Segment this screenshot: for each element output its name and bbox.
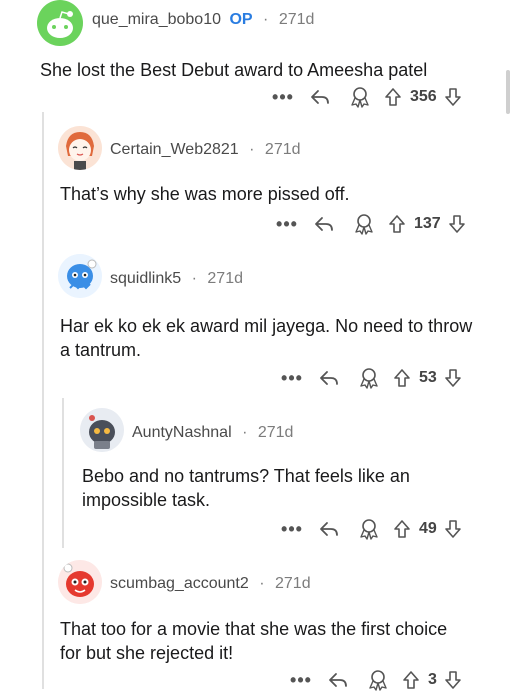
user-avatar-icon [58,560,102,604]
downvote-icon[interactable] [441,85,465,109]
award-icon[interactable] [344,212,384,236]
vote-score: 137 [414,215,441,232]
upvote-icon[interactable] [389,517,415,541]
downvote-icon[interactable] [441,668,465,692]
comment-meta: squidlink5 · 271d [110,270,243,288]
award-icon[interactable] [340,85,380,109]
comment-meta: AuntyNashnal · 271d [132,424,293,442]
user-avatar-icon [58,126,102,170]
comment-age: 271d [278,11,315,28]
vote-score: 53 [419,369,437,386]
vote-score: 49 [419,520,437,537]
more-options-icon[interactable]: ••• [270,214,304,235]
reply-icon[interactable] [309,517,349,541]
more-options-icon[interactable]: ••• [275,368,309,389]
separator-dot: · [249,141,255,158]
comment-meta: que_mira_bobo10 OP · 271d [92,11,314,29]
username[interactable]: Certain_Web2821 [110,141,239,158]
reply-icon[interactable] [304,212,344,236]
more-options-icon[interactable]: ••• [275,519,309,540]
vote-score: 3 [428,671,437,688]
award-icon[interactable] [358,668,398,692]
comment-actions: ••• 3 [284,668,465,692]
reply-icon[interactable] [318,668,358,692]
comment-text: Bebo and no tantrums? That feels like an… [82,466,410,510]
award-icon[interactable] [349,517,389,541]
comment-actions: ••• 49 [275,517,465,541]
username[interactable]: squidlink5 [110,270,181,287]
snoo-avatar-icon [47,11,73,38]
comment-text: That too for a movie that she was the fi… [60,619,448,663]
comment-text: Har ek ko ek ek award mil jayega. No nee… [60,316,473,360]
avatar[interactable] [80,408,124,452]
comment-actions: ••• 53 [275,366,465,390]
comment-age: 271d [264,141,301,158]
upvote-icon[interactable] [398,668,424,692]
downvote-icon[interactable] [441,517,465,541]
scrollbar[interactable] [506,70,510,114]
separator-dot: · [242,424,248,441]
comment-actions: ••• 137 [270,212,469,236]
user-avatar-icon [80,408,124,452]
separator-dot: · [191,270,197,287]
comment-meta: Certain_Web2821 · 271d [110,141,301,159]
comment-text: That’s why she was more pissed off. [60,184,350,204]
op-badge: OP [229,11,253,28]
award-icon[interactable] [349,366,389,390]
thread-line-level-2[interactable] [62,398,64,548]
comment-text: She lost the Best Debut award to Ameesha… [40,60,428,80]
more-options-icon[interactable]: ••• [284,670,318,691]
avatar[interactable] [58,126,102,170]
comment-age: 271d [207,270,243,287]
comment-age: 271d [275,575,311,592]
thread-line-level-1[interactable] [42,112,44,689]
username[interactable]: AuntyNashnal [132,424,232,441]
comment-age: 271d [257,424,294,441]
avatar[interactable] [58,560,102,604]
comment-meta: scumbag_account2 · 271d [110,575,311,593]
separator-dot: · [263,11,269,28]
downvote-icon[interactable] [445,212,469,236]
username[interactable]: scumbag_account2 [110,575,249,592]
vote-score: 356 [410,88,437,105]
downvote-icon[interactable] [441,366,465,390]
upvote-icon[interactable] [384,212,410,236]
avatar[interactable] [58,254,102,298]
comment-actions: ••• 356 [266,85,465,109]
avatar[interactable] [37,0,83,46]
reply-icon[interactable] [300,85,340,109]
upvote-icon[interactable] [380,85,406,109]
user-avatar-icon [58,254,102,298]
username[interactable]: que_mira_bobo10 [92,11,221,28]
upvote-icon[interactable] [389,366,415,390]
more-options-icon[interactable]: ••• [266,87,300,108]
separator-dot: · [259,575,265,592]
reply-icon[interactable] [309,366,349,390]
